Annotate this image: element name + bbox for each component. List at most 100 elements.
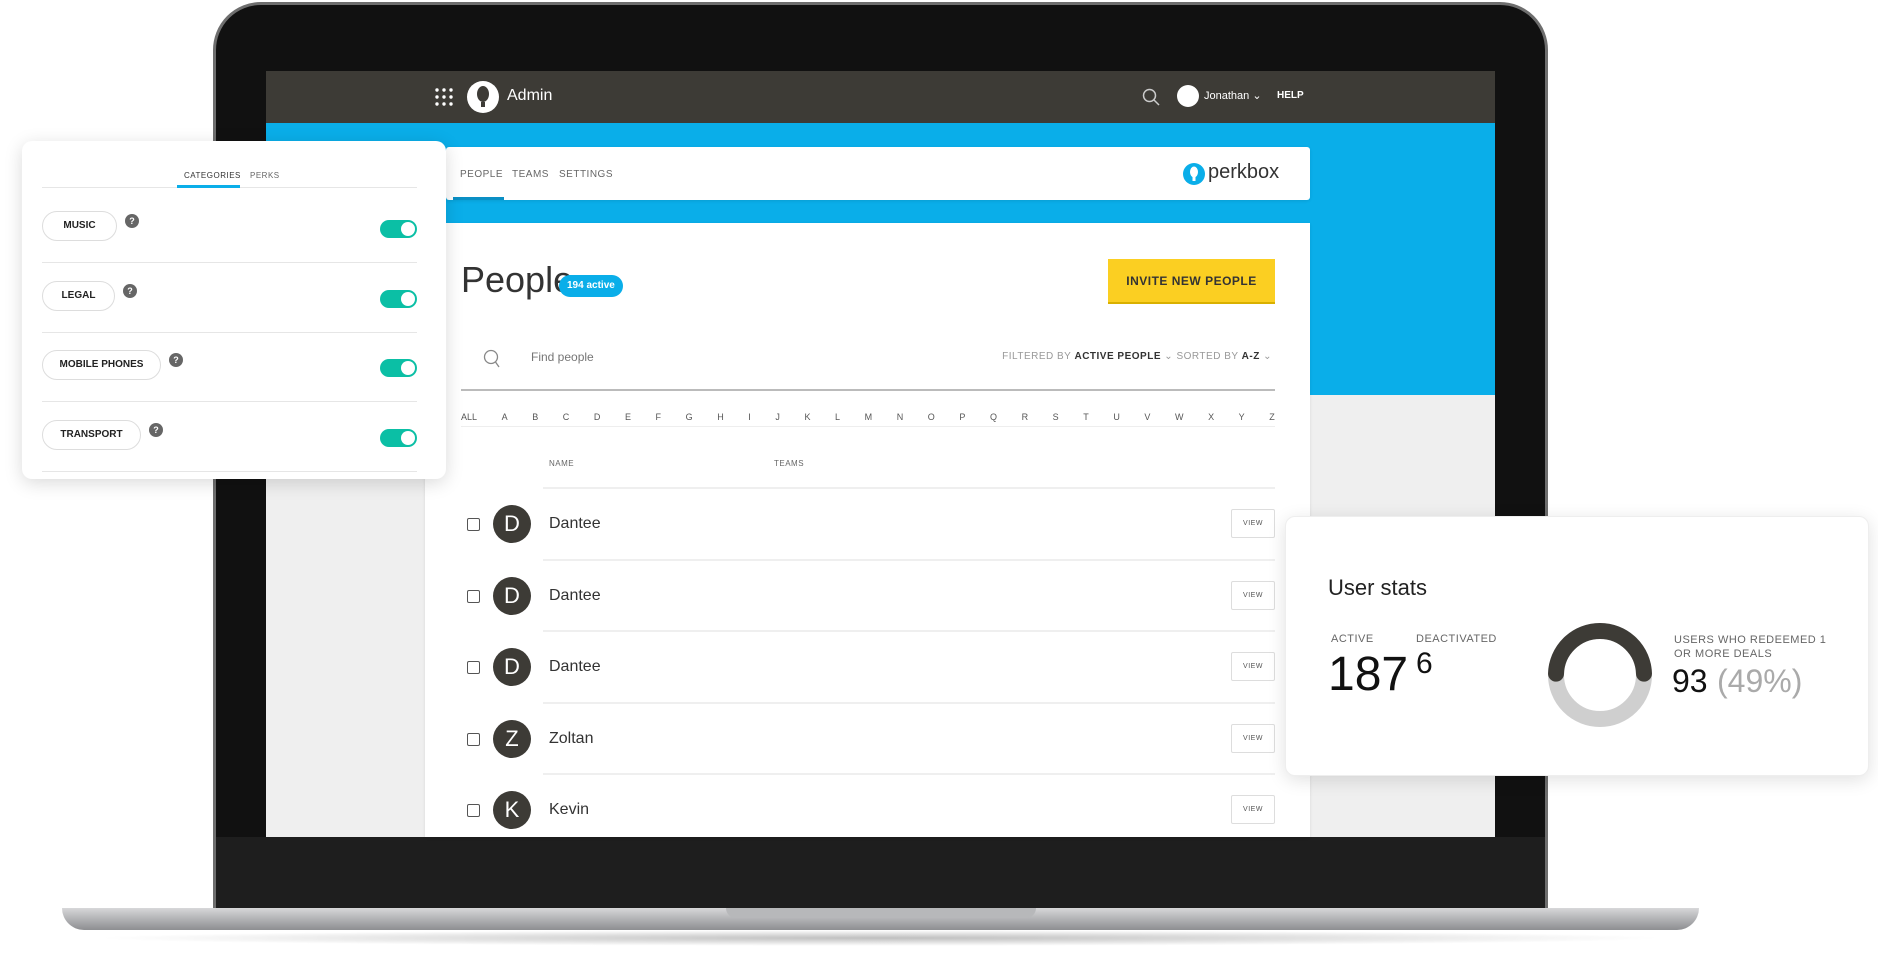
page-title: People <box>461 259 574 300</box>
laptop-notch <box>726 908 1036 918</box>
view-button[interactable]: VIEW <box>1231 723 1275 753</box>
row-checkbox[interactable] <box>467 732 480 746</box>
category-toggle[interactable] <box>380 359 417 378</box>
alphabet-letter[interactable]: B <box>532 412 538 422</box>
alphabet-letter[interactable]: I <box>748 412 751 422</box>
balloon-logo-icon[interactable] <box>467 81 499 113</box>
row-divider <box>543 773 1275 775</box>
alphabet-letter[interactable]: Q <box>990 412 997 422</box>
alphabet-letter[interactable]: E <box>625 412 631 422</box>
alphabet-letter[interactable]: ALL <box>461 412 477 422</box>
alphabet-letter[interactable]: G <box>686 412 693 422</box>
blue-header-band-right <box>1310 122 1495 395</box>
row-checkbox[interactable] <box>467 804 480 817</box>
person-name[interactable]: Dantee <box>549 658 601 676</box>
alphabet-letter[interactable]: R <box>1022 412 1029 422</box>
tab-settings[interactable]: SETTINGS <box>559 169 613 180</box>
row-checkbox[interactable] <box>467 589 480 603</box>
invite-new-people-button[interactable]: INVITE NEW PEOPLE <box>1108 259 1275 304</box>
alphabet-letter[interactable]: L <box>835 412 840 422</box>
alphabet-letter[interactable]: H <box>717 412 724 422</box>
alphabet-filter: ALL A B C D E F G H I J K L M N O P Q R S T U V W X Y Z <box>461 412 1275 422</box>
alphabet-letter[interactable]: X <box>1208 412 1214 422</box>
alphabet-letter[interactable]: K <box>804 412 810 422</box>
alphabet-letter[interactable]: A <box>502 412 508 422</box>
alphabet-letter[interactable]: C <box>563 412 570 422</box>
alphabet-letter[interactable]: O <box>928 412 935 422</box>
donut-redeemed-arc <box>1548 623 1652 682</box>
deactivated-value: 6 <box>1416 647 1433 680</box>
person-name[interactable]: Zoltan <box>549 730 593 748</box>
row-divider <box>543 701 1275 704</box>
tab-categories[interactable]: CATEGORIES <box>184 171 241 180</box>
sort-dropdown[interactable]: A-Z <box>1242 351 1260 362</box>
view-button[interactable]: VIEW <box>1231 580 1275 610</box>
user-stats-card: User stats ACTIVE 187 DEACTIVATED 6 USER… <box>1285 516 1869 776</box>
alphabet-letter[interactable]: N <box>897 412 904 422</box>
user-avatar[interactable] <box>1177 85 1199 107</box>
nav-tabs-bar: PEOPLE TEAMS SETTINGS perkbox <box>446 147 1310 200</box>
help-icon[interactable]: ? <box>125 214 139 228</box>
category-pill[interactable]: LEGAL <box>42 280 115 311</box>
filter-dropdown[interactable]: ACTIVE PEOPLE <box>1074 351 1161 362</box>
view-button[interactable]: VIEW <box>1231 509 1275 538</box>
alphabet-letter[interactable]: Y <box>1239 412 1245 422</box>
person-name[interactable]: Dantee <box>549 587 601 605</box>
alphabet-letter[interactable]: T <box>1083 412 1089 422</box>
search-underline <box>461 389 1275 391</box>
alphabet-letter[interactable]: Z <box>1269 412 1275 422</box>
redeemed-value: 93 <box>1672 663 1708 699</box>
row-divider <box>543 487 1275 489</box>
alphabet-letter[interactable]: J <box>775 412 780 422</box>
find-people-input[interactable] <box>531 347 831 367</box>
row-divider <box>543 558 1275 561</box>
deactivated-label: DEACTIVATED <box>1416 633 1497 645</box>
top-bar: Admin Jonathan ⌄ HELP <box>266 71 1495 123</box>
avatar: D <box>493 505 531 543</box>
category-pill[interactable]: MUSIC <box>42 211 117 241</box>
tab-people[interactable]: PEOPLE <box>460 169 503 180</box>
alphabet-letter[interactable]: U <box>1113 412 1120 422</box>
category-toggle[interactable] <box>380 220 417 238</box>
category-toggle[interactable] <box>380 429 417 448</box>
divider <box>42 262 417 263</box>
active-tab-indicator <box>177 185 240 188</box>
alphabet-letter[interactable]: P <box>959 412 965 422</box>
tab-teams[interactable]: TEAMS <box>512 169 549 180</box>
tab-perks[interactable]: PERKS <box>250 171 280 180</box>
redeemed-donut-chart <box>1548 623 1652 727</box>
stats-title: User stats <box>1328 575 1428 600</box>
alphabet-letter[interactable]: D <box>594 412 601 422</box>
person-name[interactable]: Dantee <box>549 515 601 533</box>
chevron-down-icon: ⌄ <box>1164 351 1174 362</box>
row-checkbox[interactable] <box>467 518 480 531</box>
category-pill[interactable]: TRANSPORT <box>42 420 141 451</box>
apps-grid-icon[interactable] <box>434 87 454 107</box>
help-icon[interactable]: ? <box>149 423 163 438</box>
perkbox-logo-text: perkbox <box>1208 161 1280 183</box>
alphabet-letter[interactable]: F <box>656 412 662 422</box>
search-icon[interactable] <box>1142 88 1160 106</box>
active-label: ACTIVE <box>1331 633 1374 645</box>
avatar: D <box>493 576 531 615</box>
row-divider <box>543 630 1275 632</box>
alphabet-letter[interactable]: S <box>1053 412 1059 422</box>
view-button[interactable]: VIEW <box>1231 795 1275 824</box>
help-icon[interactable]: ? <box>123 283 137 298</box>
view-button[interactable]: VIEW <box>1231 652 1275 681</box>
alphabet-letter[interactable]: V <box>1144 412 1150 422</box>
row-checkbox[interactable] <box>467 661 480 674</box>
alphabet-letter[interactable]: W <box>1175 412 1184 422</box>
chevron-down-icon: ⌄ <box>1252 90 1262 102</box>
person-name[interactable]: Kevin <box>549 801 589 819</box>
redeemed-percent: (49%) <box>1717 663 1803 699</box>
divider <box>461 426 1275 427</box>
search-icon <box>483 349 500 368</box>
category-pill[interactable]: MOBILE PHONES <box>42 350 161 381</box>
user-menu[interactable]: Jonathan ⌄ <box>1204 89 1262 102</box>
alphabet-letter[interactable]: M <box>865 412 873 422</box>
help-link[interactable]: HELP <box>1277 90 1304 101</box>
category-toggle[interactable] <box>380 289 417 308</box>
redeemed-label: USERS WHO REDEEMED 1 OR MORE DEALS <box>1674 634 1827 660</box>
app-title: Admin <box>507 87 553 104</box>
